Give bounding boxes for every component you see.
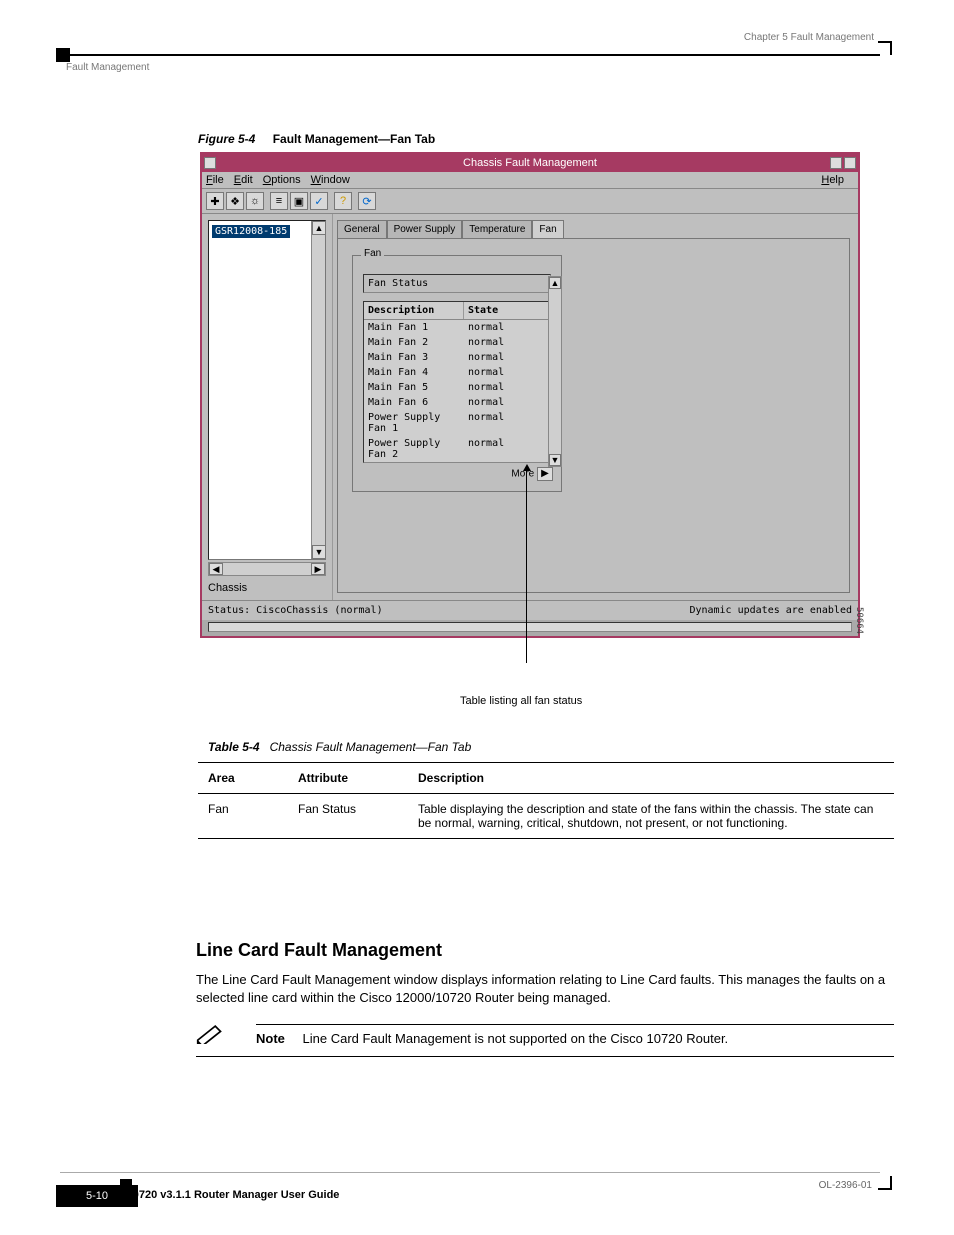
fan-status-table: Description State Main Fan 1normal Main … xyxy=(363,301,553,463)
col-description: Description xyxy=(364,302,464,319)
section-header: Fault Management xyxy=(66,62,149,73)
tree-pane-label: Chassis xyxy=(208,582,326,594)
menu-window[interactable]: Window xyxy=(311,174,350,186)
tab-fan[interactable]: Fan xyxy=(532,220,563,238)
tool-icon[interactable]: ≡ xyxy=(270,192,288,210)
note-label: Note xyxy=(256,1031,285,1046)
footer-page-number: 5-10 xyxy=(56,1185,138,1207)
menubar: File Edit Options Window Help xyxy=(202,172,858,189)
chapter-header: Chapter 5 Fault Management xyxy=(744,32,874,43)
table-row[interactable]: Main Fan 6normal xyxy=(364,395,552,410)
tool-refresh-icon[interactable]: ⟳ xyxy=(358,192,376,210)
tool-icon[interactable]: ✚ xyxy=(206,192,224,210)
table-row[interactable]: Main Fan 5normal xyxy=(364,380,552,395)
image-id: 50664 xyxy=(854,607,864,634)
window-title: Chassis Fault Management xyxy=(463,157,597,169)
fan-group: Fan Fan Status Description State Main Fa… xyxy=(352,255,562,492)
chassis-tree[interactable]: GSR12008-185 ▲▼ xyxy=(208,220,326,560)
figure-caption: Figure 5-4 Fault Management—Fan Tab xyxy=(198,132,435,146)
th-description: Description xyxy=(408,763,894,794)
table-row[interactable]: Power Supply Fan 1normal xyxy=(364,410,552,436)
status-right: Dynamic updates are enabled xyxy=(689,605,852,616)
system-menu-icon[interactable] xyxy=(204,157,216,169)
group-legend: Fan xyxy=(361,248,384,259)
td-attr: Fan Status xyxy=(288,794,408,839)
table-row[interactable]: Main Fan 3normal xyxy=(364,350,552,365)
tab-power-supply[interactable]: Power Supply xyxy=(387,220,463,238)
tool-icon[interactable]: ❖ xyxy=(226,192,244,210)
titlebar: Chassis Fault Management xyxy=(202,154,858,172)
status-left: Status: CiscoChassis (normal) xyxy=(208,605,383,616)
menu-file[interactable]: File xyxy=(206,174,224,186)
callout-text: Table listing all fan status xyxy=(460,695,582,707)
fan-status-label: Fan Status xyxy=(366,277,548,290)
table-row[interactable]: Main Fan 4normal xyxy=(364,365,552,380)
callout-arrow xyxy=(526,470,527,663)
td-area: Fan xyxy=(198,794,288,839)
table-row[interactable]: Main Fan 1normal xyxy=(364,320,552,335)
figure-number: Figure 5-4 xyxy=(198,132,255,146)
note-pencil-icon xyxy=(196,1024,224,1049)
th-area: Area xyxy=(198,763,288,794)
more-button[interactable]: ▶ xyxy=(537,467,553,481)
menu-help[interactable]: Help xyxy=(821,174,844,186)
section-paragraph: The Line Card Fault Management window di… xyxy=(196,971,894,1006)
table-scrollbar[interactable]: ▲▼ xyxy=(548,276,562,467)
td-desc: Table displaying the description and sta… xyxy=(408,794,894,839)
minimize-icon[interactable] xyxy=(830,157,842,169)
maximize-icon[interactable] xyxy=(844,157,856,169)
tree-node-selected[interactable]: GSR12008-185 xyxy=(212,225,290,238)
section-heading: Line Card Fault Management xyxy=(196,940,894,961)
figure-title: Fault Management—Fan Tab xyxy=(273,132,435,146)
toolbar: ✚ ❖ ☼ ≡ ▣ ✓ ? ⟳ xyxy=(202,189,858,214)
menu-options[interactable]: Options xyxy=(263,174,301,186)
tool-check-icon[interactable]: ✓ xyxy=(310,192,328,210)
table-title: Chassis Fault Management—Fan Tab xyxy=(270,740,472,754)
tool-icon[interactable]: ☼ xyxy=(246,192,264,210)
tab-temperature[interactable]: Temperature xyxy=(462,220,532,238)
menu-edit[interactable]: Edit xyxy=(234,174,253,186)
chassis-fault-window: Chassis Fault Management File Edit Optio… xyxy=(200,152,860,638)
tab-general[interactable]: General xyxy=(337,220,387,238)
note-text: Line Card Fault Management is not suppor… xyxy=(303,1031,729,1046)
table-row[interactable]: Main Fan 2normal xyxy=(364,335,552,350)
doc-table-5-4: Table 5-4 Chassis Fault Management—Fan T… xyxy=(198,732,894,839)
col-state: State xyxy=(464,302,552,319)
footer-doc-no: OL-2396-01 xyxy=(819,1180,872,1191)
progress-bar xyxy=(208,622,852,632)
vertical-scrollbar[interactable]: ▲▼ xyxy=(311,221,325,559)
tool-help-icon[interactable]: ? xyxy=(334,192,352,210)
table-row[interactable]: Power Supply Fan 2normal xyxy=(364,436,552,462)
horizontal-scrollbar[interactable]: ◀▶ xyxy=(208,562,326,576)
tool-icon[interactable]: ▣ xyxy=(290,192,308,210)
table-number: Table 5-4 xyxy=(208,740,260,754)
th-attribute: Attribute xyxy=(288,763,408,794)
